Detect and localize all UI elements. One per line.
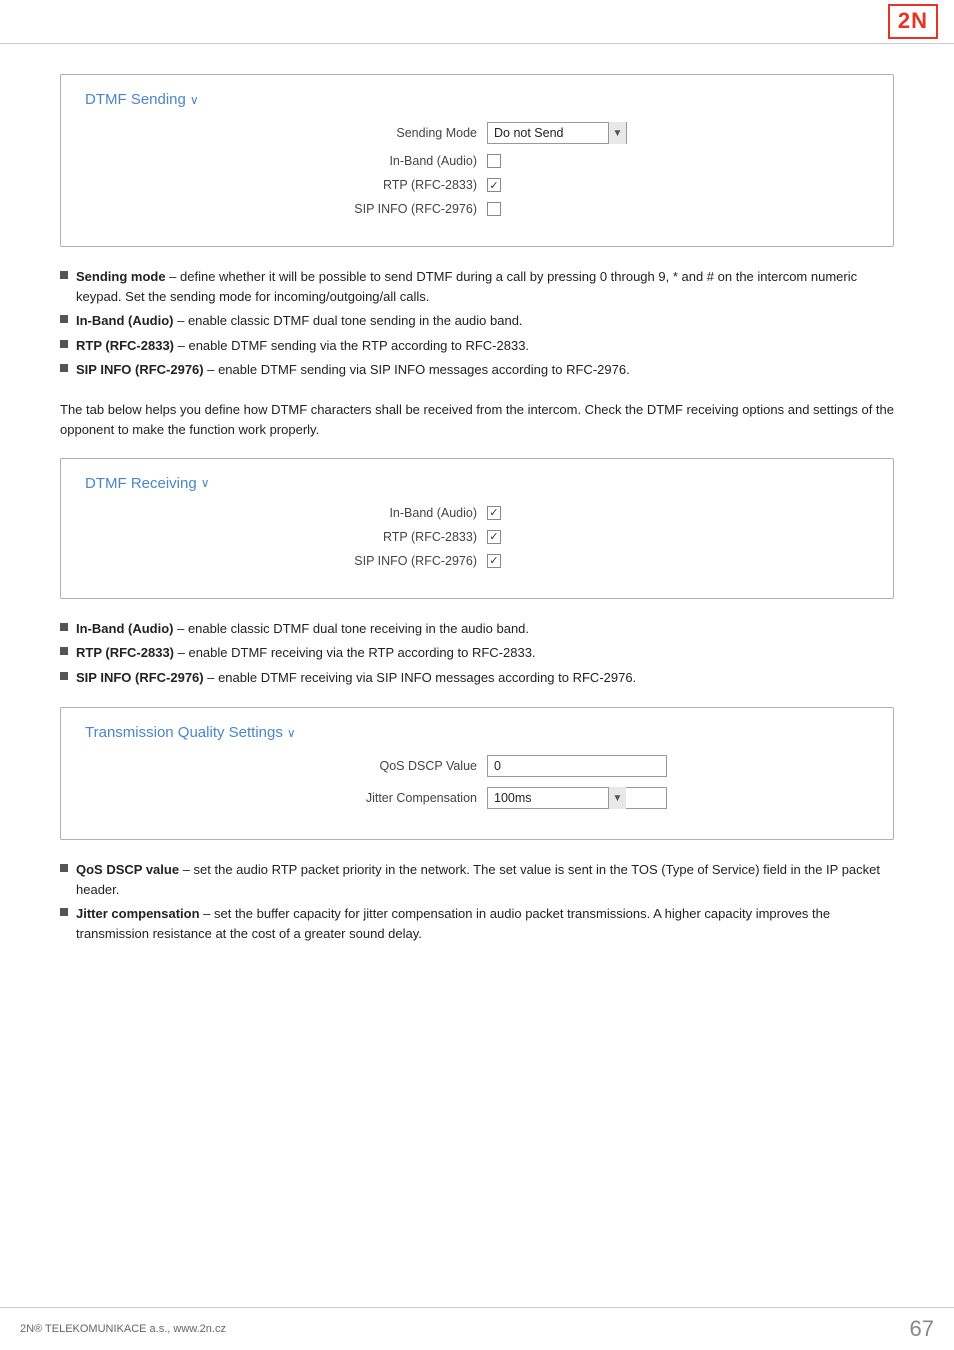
dtmf-sending-title[interactable]: DTMF Sending ∨ — [85, 91, 869, 108]
logo: 2N — [888, 4, 938, 38]
transmission-quality-box: Transmission Quality Settings ∨ QoS DSCP… — [60, 707, 894, 840]
bullet-icon — [60, 623, 68, 631]
dtmf-sending-chevron: ∨ — [190, 93, 199, 107]
rtp-sending-control[interactable]: ✓ — [487, 178, 667, 192]
footer-right: 67 — [910, 1316, 934, 1342]
list-item: Jitter compensation – set the buffer cap… — [60, 904, 894, 943]
in-band-sending-label: In-Band (Audio) — [287, 154, 487, 168]
in-band-receiving-row: In-Band (Audio) ✓ — [85, 506, 869, 520]
quality-bullet-list: QoS DSCP value – set the audio RTP packe… — [60, 860, 894, 943]
dtmf-receiving-chevron: ∨ — [201, 476, 210, 490]
sending-mode-label: Sending Mode — [287, 126, 487, 140]
in-band-receiving-checkbox[interactable]: ✓ — [487, 506, 501, 520]
dtmf-sending-box: DTMF Sending ∨ Sending Mode Do not Send … — [60, 74, 894, 247]
sip-info-sending-control[interactable] — [487, 202, 667, 216]
bullet-text: Jitter compensation – set the buffer cap… — [76, 904, 894, 943]
sip-info-receiving-control[interactable]: ✓ — [487, 554, 667, 568]
list-item: In-Band (Audio) – enable classic DTMF du… — [60, 311, 894, 331]
rtp-receiving-control[interactable]: ✓ — [487, 530, 667, 544]
qos-control[interactable] — [487, 755, 667, 777]
sip-info-sending-checkbox[interactable] — [487, 202, 501, 216]
in-band-sending-control[interactable] — [487, 154, 667, 168]
bullet-text: In-Band (Audio) – enable classic DTMF du… — [76, 619, 529, 639]
sip-info-receiving-row: SIP INFO (RFC-2976) ✓ — [85, 554, 869, 568]
bullet-icon — [60, 647, 68, 655]
sending-mode-arrow[interactable]: ▼ — [608, 122, 626, 144]
qos-label: QoS DSCP Value — [287, 759, 487, 773]
sip-info-sending-label: SIP INFO (RFC-2976) — [287, 202, 487, 216]
jitter-label: Jitter Compensation — [287, 791, 487, 805]
bullet-icon — [60, 864, 68, 872]
bullet-text: RTP (RFC-2833) – enable DTMF sending via… — [76, 336, 529, 356]
bullet-text: SIP INFO (RFC-2976) – enable DTMF receiv… — [76, 668, 636, 688]
rtp-receiving-row: RTP (RFC-2833) ✓ — [85, 530, 869, 544]
main-content: DTMF Sending ∨ Sending Mode Do not Send … — [0, 44, 954, 993]
bullet-text: Sending mode – define whether it will be… — [76, 267, 894, 306]
list-item: RTP (RFC-2833) – enable DTMF sending via… — [60, 336, 894, 356]
rtp-sending-checkbox[interactable]: ✓ — [487, 178, 501, 192]
receiving-paragraph: The tab below helps you define how DTMF … — [60, 400, 894, 440]
transmission-quality-title[interactable]: Transmission Quality Settings ∨ — [85, 724, 869, 741]
footer: 2N® TELEKOMUNIKACE a.s., www.2n.cz 67 — [0, 1307, 954, 1350]
bullet-text: SIP INFO (RFC-2976) – enable DTMF sendin… — [76, 360, 630, 380]
sending-mode-row: Sending Mode Do not Send ▼ — [85, 122, 869, 144]
qos-input[interactable] — [487, 755, 667, 777]
list-item: Sending mode – define whether it will be… — [60, 267, 894, 306]
bullet-icon — [60, 315, 68, 323]
rtp-sending-row: RTP (RFC-2833) ✓ — [85, 178, 869, 192]
sending-mode-value: Do not Send — [488, 124, 608, 142]
bullet-icon — [60, 364, 68, 372]
bullet-icon — [60, 340, 68, 348]
rtp-receiving-checkbox[interactable]: ✓ — [487, 530, 501, 544]
sending-bullet-list: Sending mode – define whether it will be… — [60, 267, 894, 380]
footer-left: 2N® TELEKOMUNIKACE a.s., www.2n.cz — [20, 1323, 226, 1335]
in-band-receiving-control[interactable]: ✓ — [487, 506, 667, 520]
bullet-icon — [60, 908, 68, 916]
jitter-value: 100ms — [488, 789, 608, 807]
top-bar: 2N — [0, 0, 954, 44]
list-item: QoS DSCP value – set the audio RTP packe… — [60, 860, 894, 899]
dtmf-receiving-title[interactable]: DTMF Receiving ∨ — [85, 475, 869, 492]
bullet-text: In-Band (Audio) – enable classic DTMF du… — [76, 311, 523, 331]
receiving-bullet-list: In-Band (Audio) – enable classic DTMF du… — [60, 619, 894, 688]
sending-mode-control[interactable]: Do not Send ▼ — [487, 122, 667, 144]
sip-info-receiving-label: SIP INFO (RFC-2976) — [287, 554, 487, 568]
rtp-sending-label: RTP (RFC-2833) — [287, 178, 487, 192]
qos-row: QoS DSCP Value — [85, 755, 869, 777]
bullet-icon — [60, 672, 68, 680]
list-item: SIP INFO (RFC-2976) – enable DTMF receiv… — [60, 668, 894, 688]
jitter-row: Jitter Compensation 100ms ▼ — [85, 787, 869, 809]
list-item: SIP INFO (RFC-2976) – enable DTMF sendin… — [60, 360, 894, 380]
bullet-icon — [60, 271, 68, 279]
jitter-control[interactable]: 100ms ▼ — [487, 787, 667, 809]
bullet-text: RTP (RFC-2833) – enable DTMF receiving v… — [76, 643, 536, 663]
jitter-arrow[interactable]: ▼ — [608, 787, 626, 809]
jitter-select[interactable]: 100ms ▼ — [487, 787, 667, 809]
dtmf-receiving-box: DTMF Receiving ∨ In-Band (Audio) ✓ RTP (… — [60, 458, 894, 599]
sip-info-sending-row: SIP INFO (RFC-2976) — [85, 202, 869, 216]
list-item: In-Band (Audio) – enable classic DTMF du… — [60, 619, 894, 639]
bullet-text: QoS DSCP value – set the audio RTP packe… — [76, 860, 894, 899]
in-band-sending-row: In-Band (Audio) — [85, 154, 869, 168]
transmission-quality-chevron: ∨ — [287, 726, 296, 740]
rtp-receiving-label: RTP (RFC-2833) — [287, 530, 487, 544]
in-band-receiving-label: In-Band (Audio) — [287, 506, 487, 520]
list-item: RTP (RFC-2833) – enable DTMF receiving v… — [60, 643, 894, 663]
sending-mode-select[interactable]: Do not Send ▼ — [487, 122, 627, 144]
in-band-sending-checkbox[interactable] — [487, 154, 501, 168]
sip-info-receiving-checkbox[interactable]: ✓ — [487, 554, 501, 568]
